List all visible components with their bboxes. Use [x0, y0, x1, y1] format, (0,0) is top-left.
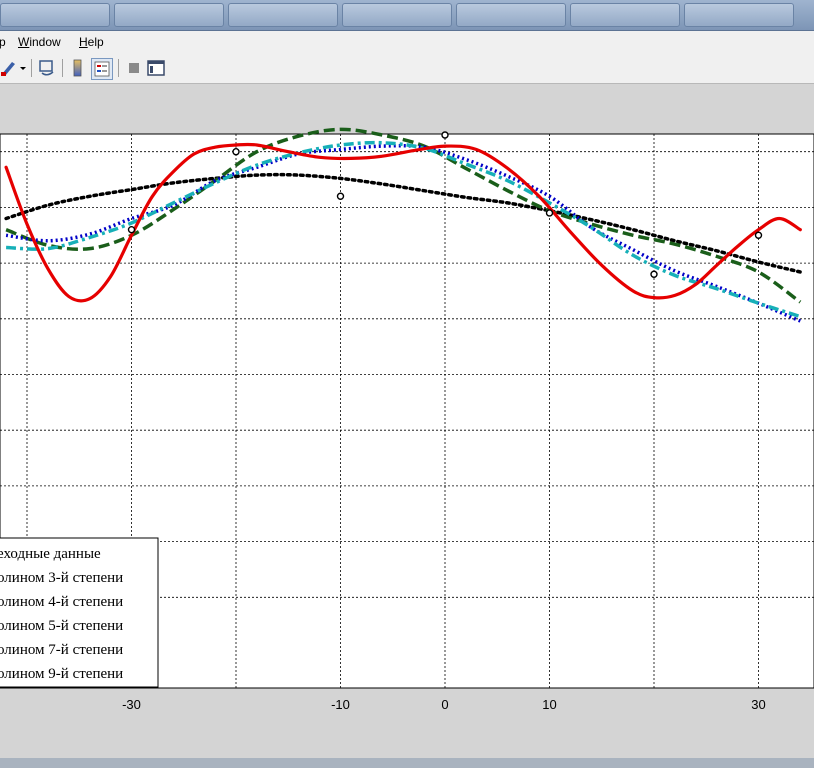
x-tick-label: 0: [441, 697, 448, 712]
source-data-point: [650, 270, 658, 278]
legend-entry-poly4: олином 4-й степени: [0, 594, 123, 610]
legend-entry-poly3: олином 3-й степени: [0, 570, 123, 586]
source-data-point: [127, 225, 136, 234]
source-data-point: [441, 131, 449, 139]
legend-entry-poly9: олином 9-й степени: [0, 666, 123, 682]
plot-canvas: -30 -10 0 10 30 еходные данные олином 3-й ст…: [0, 127, 814, 712]
legend: еходные данные олином 3-й степени олином…: [0, 537, 159, 688]
status-strip: [0, 758, 814, 768]
legend-entry-poly7: олином 7-й степени: [0, 642, 123, 658]
legend-entry-source: еходные данные: [0, 546, 101, 562]
source-data-point: [232, 147, 240, 156]
legend-entry-poly5: олином 5-й степени: [0, 618, 123, 634]
source-data-point: [754, 231, 763, 239]
x-tick-labels: -30 -10 0 10 30: [122, 697, 766, 712]
x-tick-label: -10: [331, 697, 350, 712]
x-tick-label: 30: [751, 697, 765, 712]
source-data-point: [545, 209, 554, 217]
x-tick-label: 10: [542, 697, 556, 712]
source-data-point: [336, 192, 345, 200]
x-tick-label: -30: [122, 697, 141, 712]
